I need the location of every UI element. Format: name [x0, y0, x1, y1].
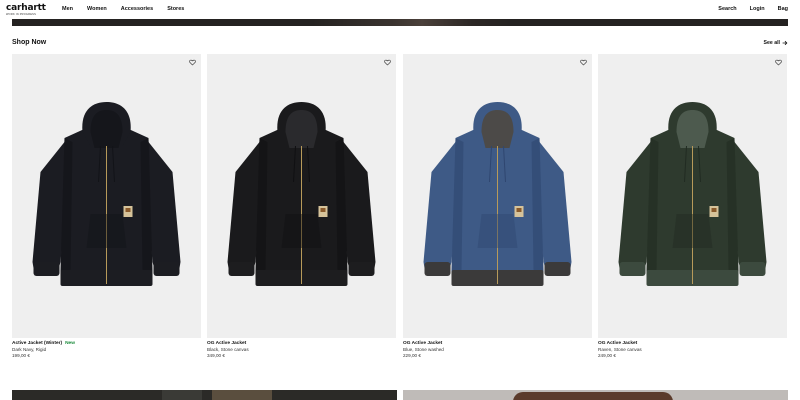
product-card[interactable]: OG Active Jacket Raven, Stone canvas 249… — [598, 54, 787, 359]
nav-bag[interactable]: Bag — [778, 6, 788, 12]
nav-login[interactable]: Login — [750, 6, 765, 12]
heart-icon[interactable] — [580, 59, 587, 66]
product-image[interactable] — [403, 54, 592, 338]
brand-logo[interactable]: carhartt WORK IN PROGRESS — [6, 3, 52, 17]
product-image[interactable] — [12, 54, 201, 338]
jacket-illustration — [32, 102, 181, 286]
hero-banner-image[interactable] — [12, 19, 788, 26]
nav-search[interactable]: Search — [718, 6, 736, 12]
product-image[interactable] — [207, 54, 396, 338]
product-name[interactable]: OG Active Jacket — [207, 341, 246, 346]
product-image[interactable] — [598, 54, 787, 338]
product-price: 229,00 € — [403, 353, 421, 358]
product-card[interactable]: OG Active Jacket Black, Stone canvas 349… — [207, 54, 396, 359]
nav-men[interactable]: Men — [62, 6, 73, 12]
product-price: 349,00 € — [207, 353, 225, 358]
brand-logo-wordmark: carhartt — [6, 3, 46, 13]
new-badge: New — [65, 341, 75, 346]
heart-icon[interactable] — [775, 59, 782, 66]
nav-stores[interactable]: Stores — [167, 6, 184, 12]
section-title: Shop Now — [12, 39, 47, 46]
product-name[interactable]: Active Jacket (Winter) — [12, 341, 62, 346]
main-nav: Men Women Accessories Stores — [62, 6, 184, 12]
product-card[interactable]: OG Active Jacket Blue, Stone washed 229,… — [403, 54, 592, 359]
promo-banner-right[interactable] — [403, 390, 788, 400]
jacket-illustration — [423, 102, 572, 286]
brand-logo-subline: WORK IN PROGRESS — [6, 13, 37, 16]
heart-icon[interactable] — [384, 59, 391, 66]
nav-women[interactable]: Women — [87, 6, 107, 12]
product-price: 249,00 € — [598, 353, 616, 358]
promo-banner-left[interactable] — [12, 390, 397, 400]
product-name[interactable]: OG Active Jacket — [403, 341, 442, 346]
arrow-right-icon — [782, 40, 788, 46]
heart-icon[interactable] — [189, 59, 196, 66]
jacket-illustration — [618, 102, 767, 286]
see-all-link[interactable]: See all — [764, 40, 788, 46]
product-card[interactable]: Active Jacket (Winter) New Dark Navy, Rig… — [12, 54, 201, 359]
product-name[interactable]: OG Active Jacket — [598, 341, 637, 346]
product-price: 199,00 € — [12, 353, 30, 358]
utility-nav: Search Login Bag — [718, 6, 788, 12]
nav-accessories[interactable]: Accessories — [121, 6, 153, 12]
jacket-illustration — [227, 102, 376, 286]
site-header: carhartt WORK IN PROGRESS Men Women Acce… — [0, 0, 800, 19]
see-all-label: See all — [763, 40, 780, 46]
